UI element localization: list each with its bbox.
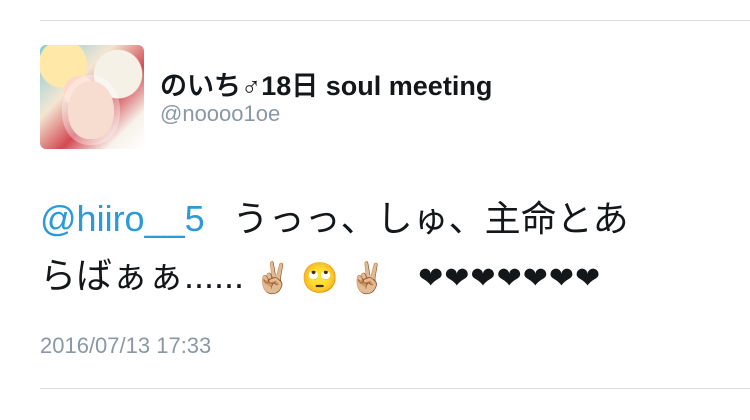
tweet-text: @hiiro__5 うっっ、しゅ、主命とあ らばぁぁ...... ✌🏼 🙄 ✌🏼… <box>40 190 730 307</box>
user-handle[interactable]: @noooo1oe <box>160 101 280 127</box>
top-divider <box>40 20 750 21</box>
mention-link[interactable]: @hiiro__5 <box>40 198 205 239</box>
timestamp[interactable]: 2016/07/13 17:33 <box>40 333 211 359</box>
victory-hand-icon: ✌🏼 <box>254 262 292 295</box>
tweet-text-line-1: うっっ、しゅ、主命とあ <box>232 198 629 239</box>
avatar-face <box>68 81 114 139</box>
avatar[interactable] <box>40 45 144 149</box>
display-name[interactable]: のいち♂18日 soul meeting <box>160 64 492 103</box>
tweet-text-line-2: らばぁぁ...... <box>40 255 245 296</box>
bottom-divider <box>40 388 750 389</box>
hearts-icon: ❤❤❤❤❤❤❤ <box>418 262 602 295</box>
rolling-eyes-icon: 🙄 <box>301 262 339 295</box>
victory-hand-icon-2: ✌🏼 <box>348 262 387 295</box>
